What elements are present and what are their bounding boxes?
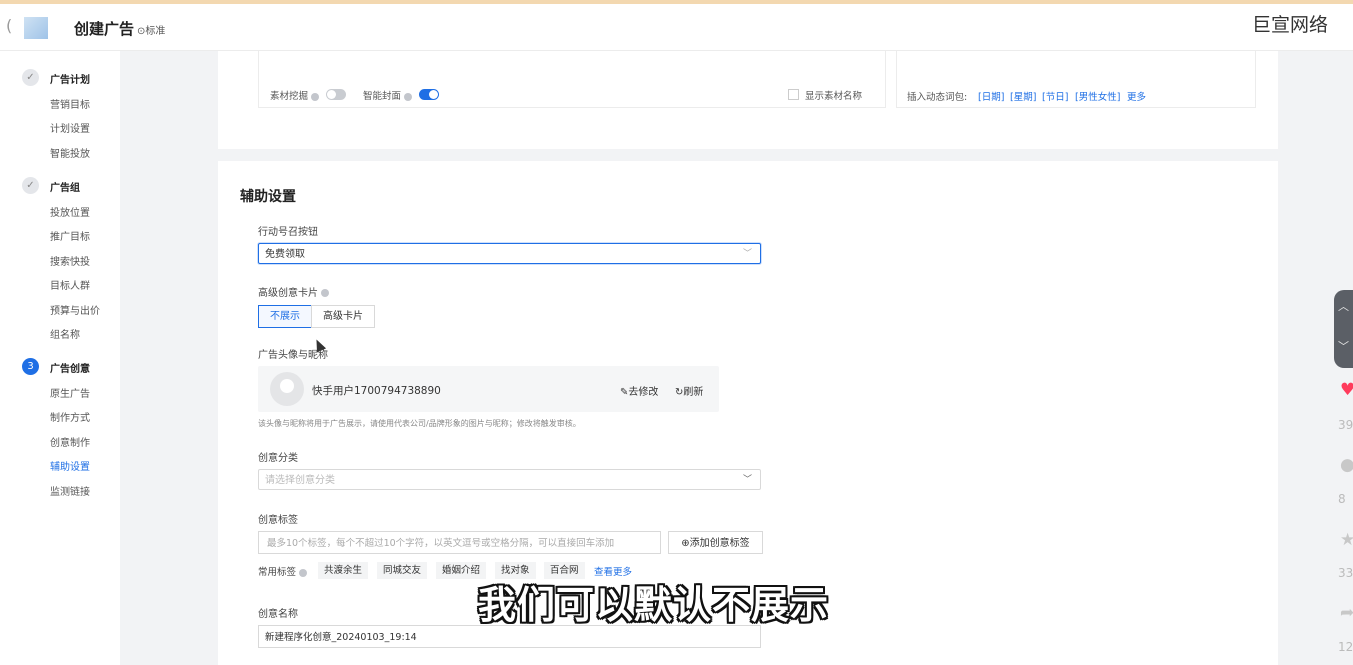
smart-cover-toggle[interactable]	[419, 89, 439, 100]
heart-icon[interactable]: ♥	[1340, 380, 1353, 400]
sidebar-item-production-method[interactable]: 制作方式	[50, 409, 90, 424]
cta-value: 免费领取	[265, 249, 305, 260]
step-check-icon: ✓	[22, 177, 39, 194]
step-check-icon: ✓	[22, 69, 39, 86]
watermark: 巨宣网络	[1252, 14, 1329, 36]
sidebar-item-creative-production[interactable]: 创意制作	[50, 434, 90, 449]
refresh-button[interactable]: ↻刷新	[675, 383, 703, 398]
nickname: 快手用户1700794738890	[312, 385, 441, 397]
show-material-name-label: 显示素材名称	[805, 91, 863, 102]
like-count: 39	[1338, 418, 1353, 432]
dynamic-word-gender[interactable]: [男性女性]	[1075, 89, 1120, 103]
creative-name-label: 创意名称	[258, 609, 298, 620]
step-number-badge: 3	[22, 358, 39, 375]
help-icon[interactable]	[404, 92, 413, 101]
page-badge: ⊙标准	[137, 26, 166, 37]
sidebar-item-audience[interactable]: 目标人群	[50, 277, 90, 292]
cta-select[interactable]: 免费领取 ﹀	[258, 243, 761, 264]
step-ad-creative[interactable]: 3 广告创意	[22, 358, 122, 376]
video-subtitle: 我们可以默认不展示	[478, 583, 830, 627]
app-logo	[24, 17, 48, 39]
help-icon[interactable]	[321, 289, 329, 297]
tags-input[interactable]: 最多10个标签，每个不超过10个字符，以英文逗号或空格分隔，可以直接回车添加	[258, 531, 661, 554]
dynamic-words-label: 插入动态词包:	[907, 92, 968, 103]
step-label: 广告创意	[50, 364, 90, 375]
avatar-help-text: 该头像与昵称将用于广告展示，请使用代表公司/品牌形象的图片与昵称；修改将触发审核…	[258, 419, 581, 428]
step-label: 广告组	[50, 183, 80, 194]
option-no-show[interactable]: 不展示	[258, 305, 312, 328]
sidebar-item-native-ad[interactable]: 原生广告	[50, 385, 90, 400]
option-adv-card[interactable]: 高级卡片	[311, 305, 375, 328]
dynamic-word-week[interactable]: [星期]	[1010, 89, 1036, 103]
dynamic-word-date[interactable]: [日期]	[978, 89, 1004, 103]
sidebar-item-group-name[interactable]: 组名称	[50, 326, 80, 341]
back-paren-icon[interactable]: (	[6, 16, 12, 35]
category-placeholder: 请选择创意分类	[265, 475, 335, 486]
category-select[interactable]: 请选择创意分类 ﹀	[258, 469, 761, 490]
share-count: 12	[1338, 640, 1353, 654]
sidebar-item-placement[interactable]: 投放位置	[50, 204, 90, 219]
step-ad-plan[interactable]: ✓ 广告计划	[22, 69, 122, 87]
step-label: 广告计划	[50, 75, 90, 86]
page-header: ( 创建广告 ⊙标准 巨宣网络	[0, 4, 1353, 51]
chevron-up-icon[interactable]: ︿	[1338, 298, 1349, 314]
adv-card-label: 高级创意卡片	[258, 284, 329, 299]
common-tag[interactable]: 共渡余生	[318, 562, 369, 579]
show-material-name-checkbox[interactable]	[788, 89, 799, 100]
category-label: 创意分类	[258, 453, 298, 464]
share-icon[interactable]: ➦	[1340, 603, 1353, 623]
sidebar-item-marketing-goal[interactable]: 营销目标	[50, 96, 90, 111]
dynamic-word-holiday[interactable]: [节日]	[1042, 89, 1068, 103]
dynamic-word-more[interactable]: 更多	[1127, 89, 1146, 103]
common-tags-label: 常用标签	[258, 564, 308, 578]
page-title: 创建广告	[74, 20, 135, 38]
star-icon[interactable]: ★	[1340, 530, 1353, 550]
sidebar-item-search-quick[interactable]: 搜索快投	[50, 253, 90, 268]
sidebar-item-plan-settings[interactable]: 计划设置	[50, 120, 90, 135]
avatar-label: 广告头像与昵称	[258, 350, 328, 361]
comment-count: 8	[1338, 492, 1346, 506]
material-mining-toggle[interactable]	[326, 89, 346, 100]
chevron-down-icon: ﹀	[742, 475, 752, 485]
chevron-down-icon: ﹀	[742, 249, 752, 259]
sidebar-item-smart-delivery[interactable]: 智能投放	[50, 145, 90, 160]
sidebar-item-promo-target[interactable]: 推广目标	[50, 228, 90, 243]
sidebar-item-monitor-link[interactable]: 监测链接	[50, 483, 90, 498]
material-mining-label: 素材挖掘	[270, 88, 320, 102]
smart-cover-label: 智能封面	[363, 88, 413, 102]
tags-label: 创意标签	[258, 515, 298, 526]
sidebar-item-budget-bid[interactable]: 预算与出价	[50, 302, 100, 317]
comment-icon[interactable]: ●	[1340, 455, 1353, 475]
step-ad-group[interactable]: ✓ 广告组	[22, 177, 122, 195]
help-icon[interactable]	[311, 92, 320, 101]
star-count: 33	[1338, 566, 1353, 580]
edit-button[interactable]: ✎去修改	[620, 383, 658, 398]
chevron-down-icon[interactable]: ﹀	[1338, 338, 1349, 354]
sidebar-item-aux-settings[interactable]: 辅助设置	[50, 458, 90, 473]
step-sidebar: ✓ 广告计划 营销目标 计划设置 智能投放 ✓ 广告组 投放位置 推广目标 搜索…	[0, 51, 120, 665]
section-title: 辅助设置	[240, 189, 296, 205]
avatar	[270, 372, 304, 406]
help-icon[interactable]	[299, 568, 308, 577]
add-tag-button[interactable]: ⊕添加创意标签	[668, 531, 763, 554]
common-tag[interactable]: 同城交友	[377, 562, 428, 579]
cta-label: 行动号召按钮	[258, 227, 318, 238]
scroll-pill[interactable]: ︿ ﹀	[1334, 290, 1353, 368]
